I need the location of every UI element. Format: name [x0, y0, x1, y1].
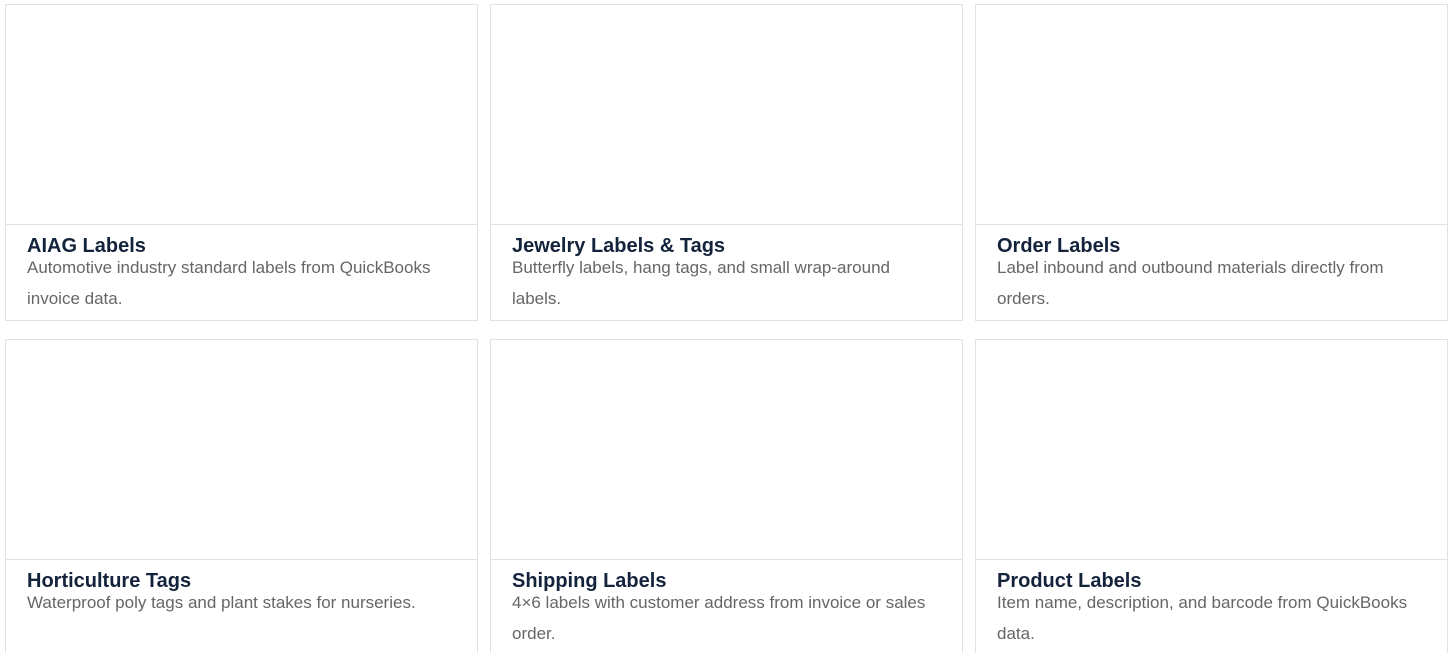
card-body: Product Labels Item name, description, a…: [976, 560, 1447, 653]
card-image: [6, 5, 477, 225]
card-image: [976, 5, 1447, 225]
card-body: Horticulture Tags Waterproof poly tags a…: [6, 560, 477, 626]
card-description: Automotive industry standard labels from…: [27, 258, 431, 308]
card-shipping-labels[interactable]: Shipping Labels 4×6 labels with customer…: [490, 339, 963, 653]
card-description: Butterfly labels, hang tags, and small w…: [512, 258, 890, 308]
card-image: [491, 340, 962, 560]
card-description: Label inbound and outbound materials dir…: [997, 258, 1384, 308]
card-description: Item name, description, and barcode from…: [997, 593, 1408, 643]
card-body: Order Labels Label inbound and outbound …: [976, 225, 1447, 322]
card-body: Jewelry Labels & Tags Butterfly labels, …: [491, 225, 962, 322]
label-category-grid: AIAG Labels Automotive industry standard…: [0, 0, 1450, 653]
card-jewelry-labels-tags[interactable]: Jewelry Labels & Tags Butterfly labels, …: [490, 4, 963, 321]
card-body: Shipping Labels 4×6 labels with customer…: [491, 560, 962, 653]
card-order-labels[interactable]: Order Labels Label inbound and outbound …: [975, 4, 1448, 321]
card-image: [6, 340, 477, 560]
card-horticulture-tags[interactable]: Horticulture Tags Waterproof poly tags a…: [5, 339, 478, 653]
card-image: [976, 340, 1447, 560]
card-aiag-labels[interactable]: AIAG Labels Automotive industry standard…: [5, 4, 478, 321]
card-image: [491, 5, 962, 225]
card-description: Waterproof poly tags and plant stakes fo…: [27, 593, 416, 612]
card-product-labels[interactable]: Product Labels Item name, description, a…: [975, 339, 1448, 653]
card-description: 4×6 labels with customer address from in…: [512, 593, 926, 643]
card-body: AIAG Labels Automotive industry standard…: [6, 225, 477, 322]
